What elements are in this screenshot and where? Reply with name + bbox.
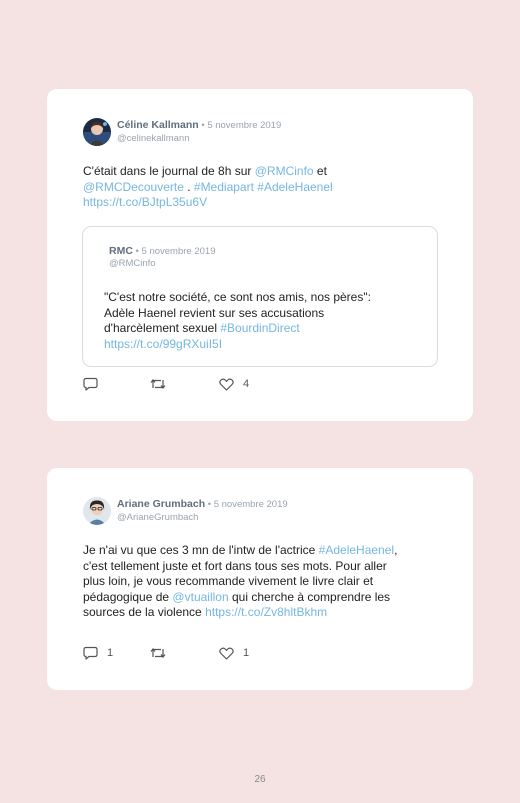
retweet-action[interactable] — [150, 376, 175, 392]
page-number: 26 — [254, 774, 266, 785]
tweet-text: Je n'ai vu que ces 3 mn de l'intw de l'a… — [83, 543, 453, 621]
tweet-line: c'est tellement juste et fort dans tous … — [83, 558, 387, 573]
hashtag-link[interactable]: #AdeleHaenel — [319, 543, 394, 557]
tweet-line: pédagogique de @vtuaillon qui cherche à … — [83, 590, 453, 606]
retweet-icon — [150, 648, 166, 658]
text-segment: sources de la violence — [83, 605, 206, 619]
avatar[interactable] — [83, 118, 111, 146]
quote-line: https://t.co/99gRXuiI5I — [104, 337, 434, 353]
hashtag-link[interactable]: #BourdinDirect — [220, 321, 299, 335]
quote-author-line: RMC • 5 novembre 2019 — [109, 245, 215, 257]
quote-date[interactable]: 5 novembre 2019 — [142, 246, 216, 257]
text-segment: Je n'ai vu que ces 3 mn de l'intw de l'a… — [83, 543, 319, 557]
text-segment: . — [183, 179, 194, 194]
text-segment: C'était dans le journal de 8h sur — [83, 164, 255, 178]
author-line: Céline Kallmann • 5 novembre 2019 — [117, 119, 281, 131]
avatar[interactable] — [83, 497, 111, 525]
quote-author-name[interactable]: RMC — [109, 245, 133, 257]
reply-action[interactable]: 1 — [83, 645, 113, 661]
quote-text: "C'est notre société, ce sont nos amis, … — [104, 290, 434, 352]
tweet-date[interactable]: 5 novembre 2019 — [207, 120, 281, 131]
like-icon — [219, 647, 234, 660]
reply-count: 1 — [107, 647, 114, 659]
tweet-text: C'était dans le journal de 8h sur @RMCin… — [83, 164, 443, 211]
tweet-date[interactable]: 5 novembre 2019 — [214, 499, 288, 510]
tweet-card: Ariane Grumbach • 5 novembre 2019 @Arian… — [47, 468, 473, 690]
avatar-image — [83, 118, 111, 146]
url-link[interactable]: https://t.co/BJtpL35u6V — [83, 195, 207, 209]
avatar-image — [83, 497, 111, 525]
author-name[interactable]: Ariane Grumbach — [117, 498, 205, 510]
reply-icon — [83, 646, 98, 660]
like-icon — [219, 378, 234, 391]
text-segment: , — [394, 543, 398, 557]
like-action[interactable]: 4 — [219, 376, 249, 392]
quoted-tweet[interactable]: RMC • 5 novembre 2019 @RMCinfo "C'est no… — [82, 226, 438, 367]
quote-line: "C'est notre société, ce sont nos amis, … — [104, 290, 371, 304]
url-link[interactable]: https://t.co/Zv8hltBkhm — [205, 605, 327, 619]
tweet-line: plus loin, je vous recommande vivement l… — [83, 574, 374, 588]
tweet-card: Céline Kallmann • 5 novembre 2019 @celin… — [47, 89, 473, 421]
date-separator: • — [132, 246, 142, 257]
mention-link[interactable]: @RMCDecouverte — [83, 180, 184, 194]
tweet-line: Je n'ai vu que ces 3 mn de l'intw de l'a… — [83, 543, 453, 559]
mention-link[interactable]: @vtuaillon — [172, 590, 228, 604]
tweet-actions: 1 1 — [83, 645, 283, 661]
text-segment: pédagogique de — [83, 589, 173, 604]
text-segment: qui cherche à comprendre les — [228, 589, 391, 604]
tweet-line: sources de la violence https://t.co/Zv8h… — [83, 605, 453, 621]
date-separator: • — [205, 499, 214, 510]
author-line: Ariane Grumbach • 5 novembre 2019 — [117, 498, 288, 510]
hashtag-link[interactable]: #Mediapart — [194, 180, 254, 194]
author-name[interactable]: Céline Kallmann — [117, 119, 199, 131]
like-action[interactable]: 1 — [219, 645, 249, 661]
like-count: 1 — [243, 647, 250, 659]
url-link[interactable]: https://t.co/99gRXuiI5I — [104, 337, 222, 351]
mention-link[interactable]: @RMCinfo — [255, 164, 314, 178]
tweet-line: https://t.co/BJtpL35u6V — [83, 195, 443, 211]
reply-action[interactable] — [83, 376, 107, 392]
retweet-icon — [150, 379, 166, 389]
author-handle[interactable]: @celinekallmann — [117, 133, 189, 144]
tweet-actions: 4 — [83, 376, 283, 392]
quote-handle[interactable]: @RMCinfo — [109, 258, 156, 269]
reply-icon — [83, 377, 98, 391]
author-handle[interactable]: @ArianeGrumbach — [117, 512, 198, 523]
like-count: 4 — [243, 378, 250, 390]
hashtag-link[interactable]: #AdeleHaenel — [257, 180, 332, 194]
quote-line: d'harcèlement sexuel #BourdinDirect — [104, 321, 434, 337]
text-segment: et — [313, 164, 327, 178]
retweet-action[interactable] — [150, 645, 175, 661]
quote-line: Adèle Haenel revient sur ses accusations — [104, 305, 325, 320]
tweet-line: C'était dans le journal de 8h sur @RMCin… — [83, 164, 443, 180]
text-segment: d'harcèlement sexuel — [104, 321, 221, 335]
tweet-line: @RMCDecouverte . #Mediapart #AdeleHaenel — [83, 180, 443, 196]
